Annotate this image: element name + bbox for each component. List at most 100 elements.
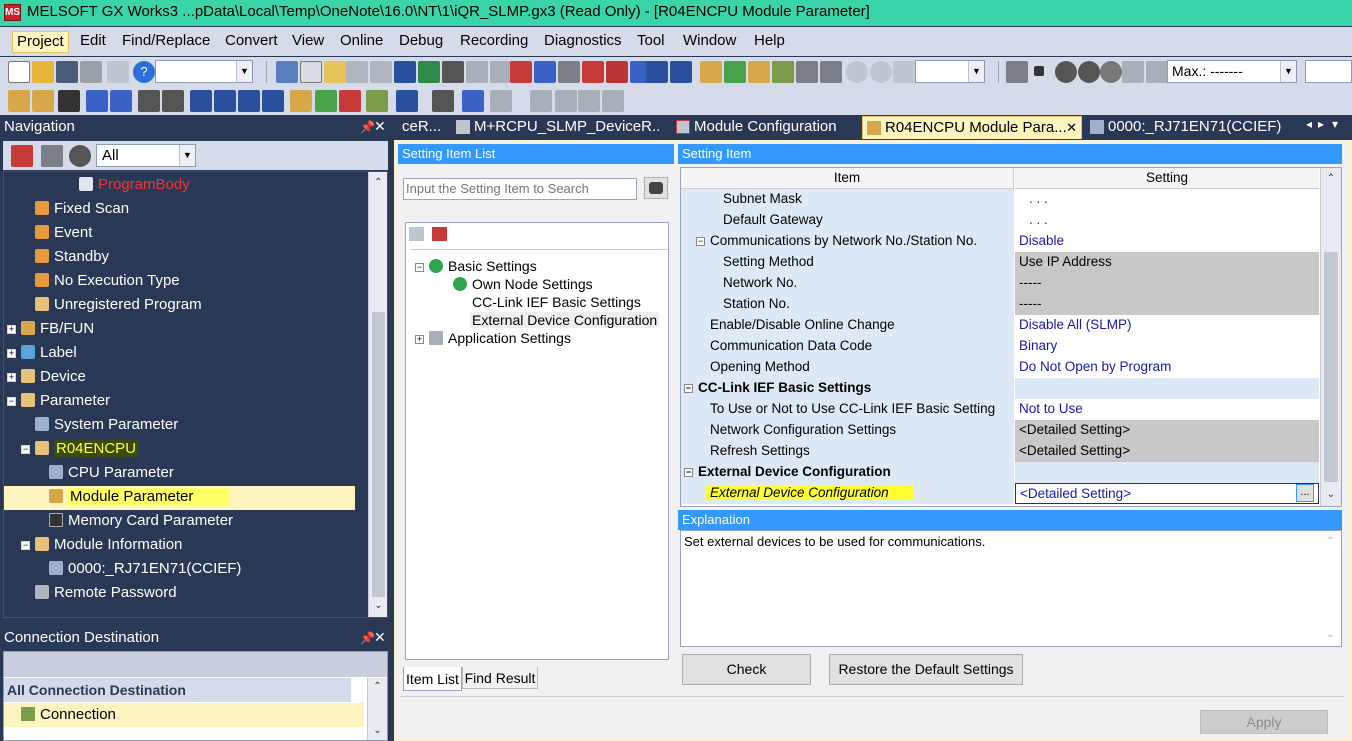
table-icon[interactable] (530, 90, 552, 112)
search-binoculars-button[interactable] (644, 177, 668, 199)
pin-icon[interactable]: 📌 (360, 120, 375, 134)
scroll-thumb[interactable] (372, 312, 385, 597)
new-project-icon[interactable] (8, 61, 30, 83)
table-icon[interactable] (602, 90, 624, 112)
menu-project[interactable]: Project (12, 31, 69, 53)
communication-data-code-value[interactable]: Binary (1015, 336, 1319, 357)
save-icon[interactable] (56, 61, 78, 83)
tree-item-remote-password[interactable]: Remote Password (35, 582, 177, 606)
open-project-icon[interactable] (32, 61, 54, 83)
zoom-in-icon[interactable] (846, 61, 868, 83)
row-cc-link-ief-basic-group[interactable]: − CC-Link IEF Basic Settings (681, 378, 1014, 399)
expand-all-icon[interactable] (409, 227, 424, 241)
tree-item-module-parameter[interactable]: Module Parameter (4, 486, 355, 510)
tree-node-external-device-config[interactable]: External Device Configuration (470, 312, 660, 328)
expand-icon[interactable]: + (7, 349, 16, 358)
cpu-icon[interactable] (1006, 61, 1028, 83)
tree-item-r04encpu[interactable]: − R04ENCPU (21, 438, 139, 462)
tree-node-basic-settings[interactable]: − Basic Settings (415, 258, 537, 274)
scroll-down-icon[interactable]: ⌄ (1321, 486, 1341, 504)
toolbar-combo-1[interactable]: ▼ (155, 60, 253, 83)
menu-help[interactable]: Help (750, 31, 789, 53)
tab-module-configuration[interactable]: Module Configuration (672, 116, 852, 139)
zoom-combo[interactable]: ▼ (915, 60, 985, 83)
close-icon[interactable]: ✕ (374, 629, 386, 646)
dev-icon[interactable] (670, 61, 692, 83)
collapse-icon[interactable]: − (684, 468, 693, 477)
menu-view[interactable]: View (288, 31, 328, 53)
tab-scroll-left-icon[interactable]: ◂ (1306, 117, 1312, 131)
dev-icon[interactable] (394, 61, 416, 83)
program-icon[interactable] (8, 90, 30, 112)
tree-node-application-settings[interactable]: + Application Settings (415, 330, 571, 346)
read-plc-icon[interactable] (442, 61, 464, 83)
restore-default-settings-button[interactable]: Restore the Default Settings (829, 654, 1023, 685)
menu-tool[interactable]: Tool (633, 31, 669, 53)
menu-find-replace[interactable]: Find/Replace (118, 31, 214, 53)
copy-icon[interactable] (300, 61, 322, 83)
menu-online[interactable]: Online (336, 31, 387, 53)
verify-icon[interactable] (466, 61, 488, 83)
browse-detailed-setting-button[interactable]: ... (1296, 484, 1314, 502)
tree-item-system-parameter[interactable]: System Parameter (35, 414, 178, 438)
row-external-device-config-group[interactable]: − External Device Configuration (681, 462, 1014, 483)
tools-icon[interactable] (339, 90, 361, 112)
list-icon[interactable] (490, 90, 512, 112)
write-plc-icon[interactable] (418, 61, 440, 83)
tab-rj71en71[interactable]: 0000:_RJ71EN71(CCIEF) ... (1086, 116, 1286, 139)
check-circle-icon[interactable] (1055, 61, 1077, 83)
edit-icon[interactable] (315, 90, 337, 112)
tree-item-standby[interactable]: Standby (35, 246, 109, 270)
binoculars-icon[interactable] (162, 90, 184, 112)
tree-node-own-node-settings[interactable]: Own Node Settings (453, 276, 593, 292)
use-cc-link-ief-basic-value[interactable]: Not to Use (1015, 399, 1319, 420)
tree-item-unregistered-program[interactable]: Unregistered Program (35, 294, 202, 318)
navigation-filter[interactable]: All ▼ (96, 144, 196, 167)
menu-edit[interactable]: Edit (76, 31, 110, 53)
tree-item-cpu-parameter[interactable]: CPU Parameter (49, 462, 174, 486)
dev-icon[interactable] (262, 90, 284, 112)
setting-grid-scrollbar[interactable]: ⌃ ⌄ (1320, 168, 1341, 506)
dev-icon[interactable] (238, 90, 260, 112)
scroll-up-icon[interactable]: ⌃ (1320, 533, 1341, 551)
apply-button[interactable]: Apply (1200, 710, 1328, 734)
tree-item-device[interactable]: + Device (7, 366, 86, 390)
window-icon[interactable] (462, 90, 484, 112)
tree-item-no-execution-type[interactable]: No Execution Type (35, 270, 180, 294)
table-icon[interactable] (555, 90, 577, 112)
collapse-all-icon[interactable] (41, 145, 63, 167)
tree-item-programbody[interactable]: ProgramBody (79, 174, 190, 198)
expand-icon[interactable]: + (415, 335, 424, 344)
collapse-icon[interactable]: − (7, 397, 16, 406)
print-icon[interactable] (80, 61, 102, 83)
menu-window[interactable]: Window (679, 31, 740, 53)
paste-icon[interactable] (324, 61, 346, 83)
scroll-down-icon[interactable]: ⌄ (369, 597, 387, 615)
explanation-scrollbar[interactable]: ⌃ ⌄ (1320, 531, 1341, 646)
tab-item-list[interactable]: Item List (403, 667, 462, 691)
tree-item-fb-fun[interactable]: + FB/FUN (7, 318, 94, 342)
dev-icon[interactable] (190, 90, 212, 112)
tab-list-icon[interactable]: ▾ (1332, 117, 1338, 131)
tab-device-list-partial[interactable]: ceR... (396, 116, 446, 139)
scroll-down-icon[interactable]: ⌄ (1320, 626, 1341, 644)
expand-all-icon[interactable] (11, 145, 33, 167)
print-preview-icon[interactable] (107, 61, 129, 83)
cut-icon[interactable] (276, 61, 298, 83)
dev-icon[interactable] (646, 61, 668, 83)
event-history-icon[interactable] (772, 61, 794, 83)
stop-icon[interactable] (1034, 66, 1044, 76)
grid-icon[interactable] (1122, 61, 1144, 83)
navigation-scrollbar[interactable]: ⌃ ⌄ (368, 172, 387, 617)
program-icon[interactable] (32, 90, 54, 112)
menu-convert[interactable]: Convert (221, 31, 282, 53)
collapse-icon[interactable]: − (684, 384, 693, 393)
scroll-down-icon[interactable]: ⌄ (368, 722, 387, 740)
max-combo[interactable]: Max.: ------- ▼ (1167, 60, 1297, 83)
tree-item-event[interactable]: Event (35, 222, 92, 246)
check-button[interactable]: Check (682, 654, 811, 685)
check-circle-icon[interactable] (1078, 61, 1100, 83)
remote-op-icon[interactable] (490, 61, 512, 83)
dev-icon[interactable] (214, 90, 236, 112)
tab-r04encpu-module-parameter[interactable]: R04ENCPU Module Para... ✕ (862, 116, 1082, 139)
